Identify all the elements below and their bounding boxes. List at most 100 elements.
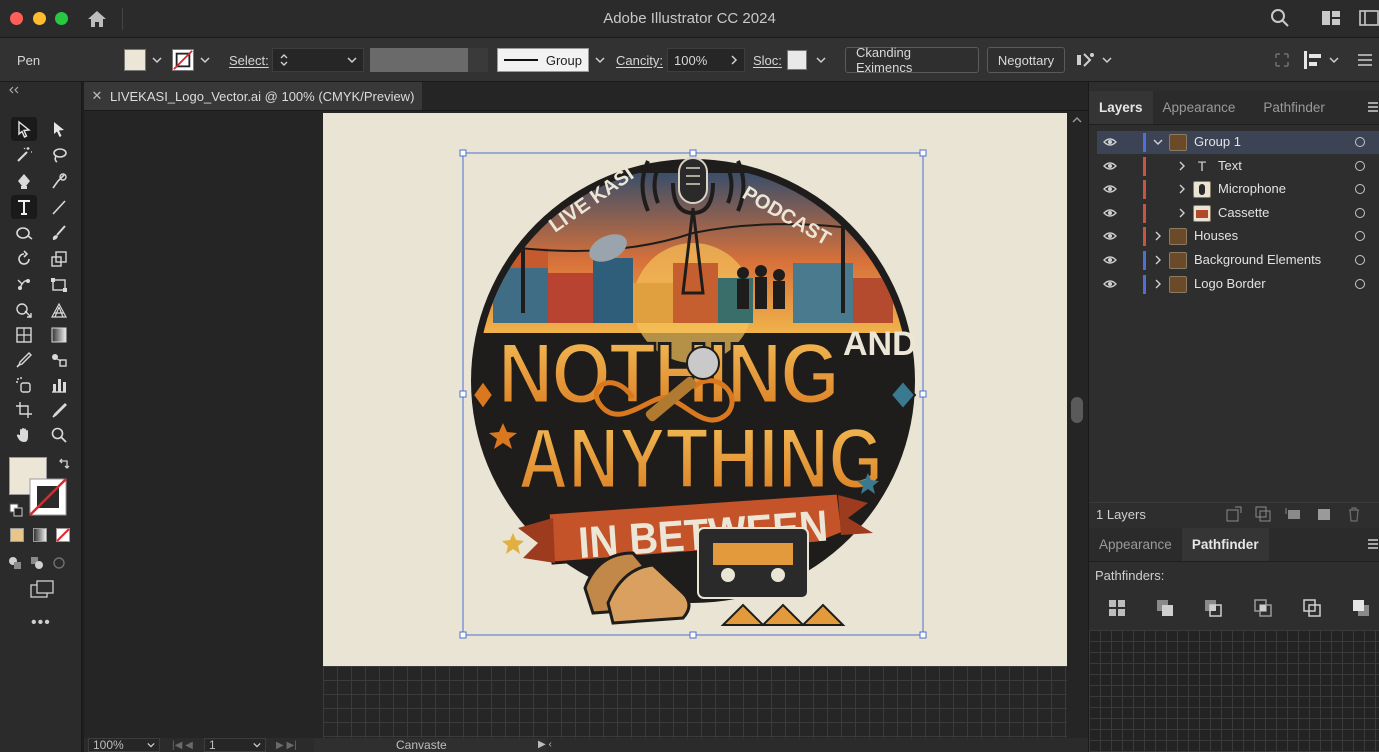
- ckanding-eximencs-button[interactable]: Ckanding Eximencs: [845, 45, 979, 75]
- rotate-tool[interactable]: [11, 247, 37, 271]
- stroke-control[interactable]: [172, 38, 210, 82]
- none-mode-button[interactable]: [56, 528, 70, 542]
- close-tab-icon[interactable]: ✕: [84, 88, 110, 104]
- opacity-control[interactable]: 100%: [667, 38, 745, 82]
- gradient-mode-button[interactable]: [33, 528, 47, 542]
- curvature-tool[interactable]: [46, 169, 72, 193]
- align-left-icon[interactable]: [1303, 50, 1323, 70]
- resize-handle[interactable]: [689, 149, 697, 157]
- podcast-logo-artwork[interactable]: LIVE KASI PODCAST NOTHING AND ANYTHING I…: [323, 113, 1067, 666]
- chevron-down-icon[interactable]: [816, 55, 826, 65]
- negottary-button[interactable]: Negottary: [987, 47, 1065, 73]
- visibility-eye-icon[interactable]: [1103, 184, 1117, 194]
- resize-handle[interactable]: [459, 149, 467, 157]
- zoom-tool[interactable]: [46, 423, 72, 447]
- type-tool[interactable]: [11, 195, 37, 219]
- chevron-right-icon[interactable]: [1153, 231, 1163, 241]
- tab-pathfinder-2[interactable]: Pathfinder: [1181, 528, 1269, 561]
- scroll-up-icon[interactable]: [1072, 115, 1082, 125]
- chevron-down-icon[interactable]: [1153, 137, 1163, 147]
- chevron-down-icon[interactable]: [147, 741, 155, 749]
- chevron-right-icon[interactable]: [1177, 208, 1187, 218]
- variable-width-dropdown[interactable]: [370, 38, 488, 82]
- edit-toolbar-button[interactable]: •••: [31, 614, 51, 632]
- make-clipping-mask-icon[interactable]: [1255, 506, 1271, 522]
- stroke-none-swatch[interactable]: [29, 478, 67, 516]
- gradient-tool[interactable]: [46, 323, 72, 347]
- artboard-tool[interactable]: [11, 398, 37, 422]
- scale-tool[interactable]: [46, 247, 72, 271]
- direct-selection-tool[interactable]: [46, 117, 72, 141]
- layer-row[interactable]: Logo Border: [1097, 273, 1379, 296]
- resize-handle[interactable]: [919, 390, 927, 398]
- vertical-scrollbar[interactable]: [1070, 113, 1084, 733]
- tab-layers[interactable]: Layers: [1089, 91, 1153, 124]
- style-control[interactable]: [787, 38, 826, 82]
- blend-tool[interactable]: [46, 348, 72, 372]
- chevron-right-icon[interactable]: [1177, 161, 1187, 171]
- locate-object-icon[interactable]: [1226, 506, 1242, 522]
- collapse-icon[interactable]: [8, 86, 20, 94]
- visibility-eye-icon[interactable]: [1103, 231, 1117, 241]
- fill-swatch[interactable]: [124, 49, 146, 71]
- pathfinder-merge-icon[interactable]: [1204, 599, 1222, 617]
- status-info[interactable]: Canvaste: [314, 738, 546, 752]
- layer-row[interactable]: Houses: [1097, 225, 1379, 248]
- resize-handle[interactable]: [919, 149, 927, 157]
- draw-inside-icon[interactable]: [52, 556, 66, 570]
- opacity-input[interactable]: 100%: [667, 48, 745, 72]
- workspace-layout-icon[interactable]: [1321, 10, 1341, 26]
- resize-handle[interactable]: [689, 631, 697, 639]
- style-swatch[interactable]: [787, 50, 807, 70]
- tab-appearance[interactable]: Appearance: [1153, 91, 1246, 124]
- chevron-right-icon[interactable]: [730, 55, 738, 65]
- chevron-right-icon[interactable]: [1153, 255, 1163, 265]
- chevron-right-icon[interactable]: [1153, 279, 1163, 289]
- align-control[interactable]: [1076, 38, 1112, 82]
- panel-menu-icon[interactable]: [1368, 538, 1378, 550]
- chevron-down-icon[interactable]: [253, 741, 261, 749]
- eyedropper-tool[interactable]: [11, 348, 37, 372]
- pen-tool[interactable]: [11, 169, 37, 193]
- chevron-down-icon[interactable]: [595, 55, 605, 65]
- visibility-eye-icon[interactable]: [1103, 255, 1117, 265]
- scrollbar-thumb[interactable]: [1071, 397, 1083, 423]
- layer-target-circle[interactable]: [1355, 160, 1365, 171]
- stroke-style-control[interactable]: Group: [497, 38, 605, 82]
- visibility-eye-icon[interactable]: [1103, 137, 1117, 147]
- panel-menu-icon[interactable]: [1358, 54, 1372, 66]
- magic-wand-tool[interactable]: [11, 143, 37, 167]
- layer-target-circle[interactable]: [1355, 255, 1365, 265]
- select-stepper[interactable]: [272, 38, 364, 82]
- layer-row[interactable]: Background Elements: [1097, 249, 1379, 272]
- chevron-down-icon[interactable]: [1329, 55, 1339, 65]
- layer-target-circle[interactable]: [1355, 231, 1365, 242]
- column-graph-tool[interactable]: [46, 373, 72, 397]
- toolbar-grip[interactable]: [8, 86, 74, 96]
- search-icon[interactable]: [1270, 8, 1290, 28]
- layer-row[interactable]: Cassette: [1097, 202, 1379, 225]
- stroke-style-dropdown[interactable]: Group: [497, 48, 589, 72]
- panel-toggle-icon[interactable]: [1359, 10, 1379, 26]
- artboard-next-last-icon[interactable]: ▶ ▶|: [276, 740, 297, 751]
- ellipse-tool[interactable]: [11, 221, 37, 245]
- layer-target-circle[interactable]: [1355, 184, 1365, 195]
- document-tab[interactable]: ✕ LIVEKASI_Logo_Vector.ai @ 100% (CMYK/P…: [84, 82, 422, 110]
- tab-appearance-2[interactable]: Appearance: [1089, 528, 1182, 561]
- layer-target-circle[interactable]: [1355, 137, 1365, 147]
- paintbrush-tool[interactable]: [46, 221, 72, 245]
- puppet-warp-tool[interactable]: [11, 273, 37, 297]
- selection-tool[interactable]: [11, 117, 37, 141]
- swap-fill-stroke-icon[interactable]: [57, 457, 71, 471]
- pathfinder-trim-icon[interactable]: [1156, 599, 1174, 617]
- new-sublayer-icon[interactable]: [1285, 506, 1301, 522]
- visibility-eye-icon[interactable]: [1103, 161, 1117, 171]
- hand-tool[interactable]: [11, 423, 37, 447]
- perspective-grid-tool[interactable]: [46, 298, 72, 322]
- draw-behind-icon[interactable]: [30, 556, 44, 570]
- chevron-down-icon[interactable]: [1102, 55, 1112, 65]
- new-layer-icon[interactable]: [1316, 506, 1332, 522]
- chevron-down-icon[interactable]: [347, 55, 357, 65]
- pathfinder-divide-icon[interactable]: [1108, 599, 1126, 617]
- stroke-none-swatch[interactable]: [172, 49, 194, 71]
